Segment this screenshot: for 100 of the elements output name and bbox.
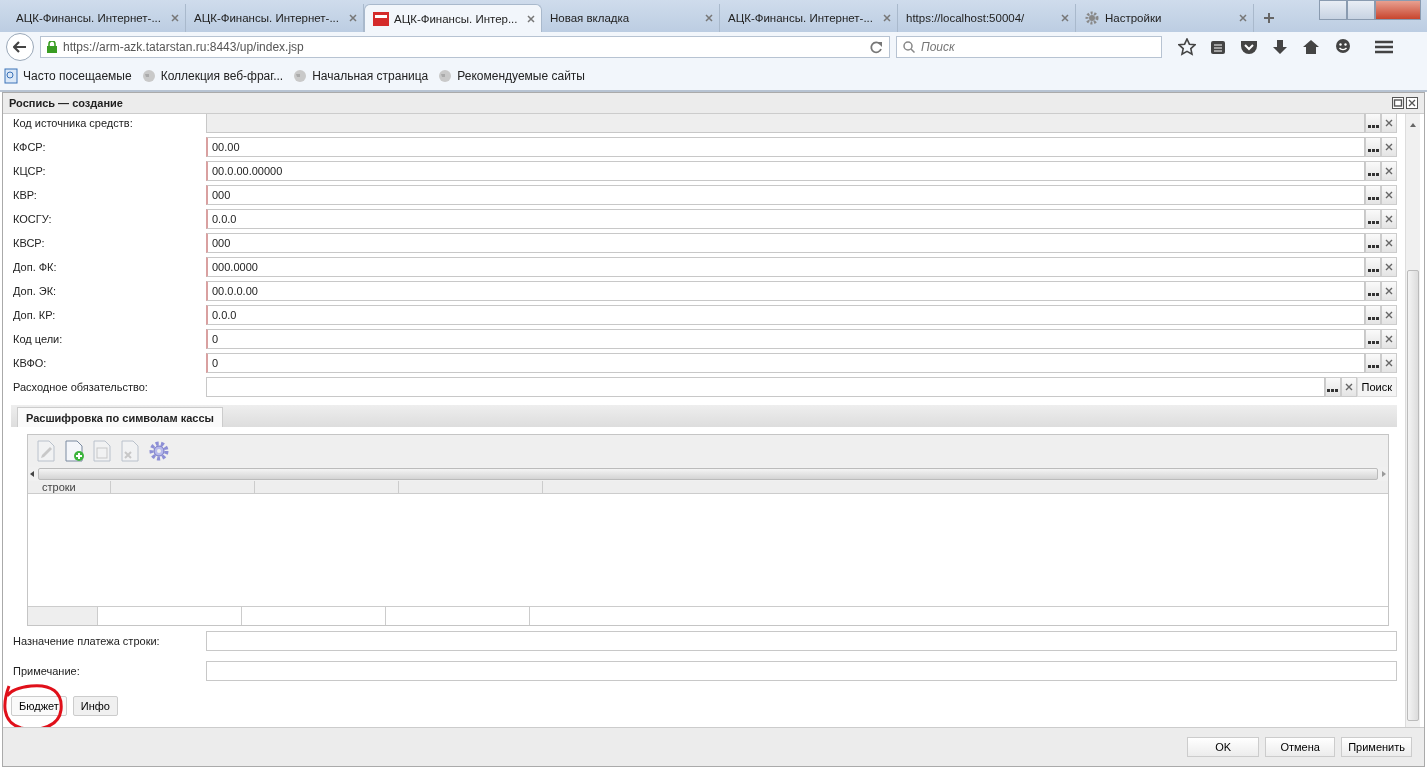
bookmark-link[interactable]: Начальная страница: [312, 69, 429, 83]
tab[interactable]: Бюджет: [11, 696, 67, 716]
field-label: Расходное обязательство:: [12, 381, 149, 393]
close-icon: [1385, 335, 1393, 343]
bookmark-link[interactable]: Коллекция веб-фраг...: [160, 69, 284, 83]
bookmark-link[interactable]: Рекомендуемые сайты: [457, 69, 585, 83]
reading-list-icon[interactable]: [1210, 39, 1226, 55]
field-label: КФСР:: [12, 141, 47, 153]
input-field[interactable]: 0.0.0: [206, 305, 1365, 325]
close-icon: [1385, 287, 1393, 295]
field-label: Доп. КР:: [12, 309, 57, 321]
input-field[interactable]: [206, 661, 1397, 681]
home-icon[interactable]: [1302, 39, 1320, 55]
close-icon[interactable]: [1061, 14, 1069, 22]
dialog-button[interactable]: OK: [1187, 737, 1260, 757]
input-field[interactable]: 000: [206, 233, 1365, 253]
clear-button[interactable]: [1381, 353, 1397, 373]
close-icon[interactable]: [705, 14, 713, 22]
add-document-icon[interactable]: [64, 440, 84, 462]
globe-icon: [293, 69, 308, 83]
vertical-scrollbar[interactable]: [1407, 270, 1419, 721]
star-icon[interactable]: [1178, 38, 1196, 56]
lock-icon: [47, 41, 57, 53]
lookup-button[interactable]: [1365, 329, 1381, 349]
lookup-button[interactable]: [1365, 281, 1381, 301]
close-icon[interactable]: [349, 14, 357, 22]
input-field[interactable]: 00.00: [206, 137, 1365, 157]
clear-button[interactable]: [1381, 233, 1397, 253]
pocket-icon[interactable]: [1240, 39, 1258, 55]
clear-button[interactable]: [1381, 257, 1397, 277]
clear-button[interactable]: [1381, 281, 1397, 301]
field-label: КВСР:: [12, 237, 46, 249]
close-icon[interactable]: [527, 14, 535, 23]
dialog-title: Роспись — создание: [9, 97, 123, 109]
input-field[interactable]: [206, 631, 1397, 651]
field-label: Доп. ФК:: [12, 261, 58, 273]
dialog-button[interactable]: Применить: [1341, 737, 1412, 757]
dialog-button[interactable]: Отмена: [1265, 737, 1336, 757]
address-bar[interactable]: https://arm-azk.tatarstan.ru:8443/up/index.jsp: [40, 36, 890, 58]
lookup-button[interactable]: [1365, 257, 1381, 277]
section-tab[interactable]: Расшифровка по символам кассы: [17, 407, 223, 427]
input-field[interactable]: 000.0000: [206, 257, 1365, 277]
clear-button[interactable]: [1381, 137, 1397, 157]
smiley-icon[interactable]: [1334, 38, 1352, 56]
search-field[interactable]: Поиск: [896, 36, 1162, 58]
back-button[interactable]: [6, 33, 34, 61]
field-label: КВФО:: [12, 357, 48, 369]
field-label: Примечание:: [12, 665, 81, 677]
back-arrow-icon: [13, 41, 27, 53]
close-icon: [1385, 263, 1393, 271]
clear-button[interactable]: [1381, 185, 1397, 205]
logo-icon: [373, 11, 389, 26]
tab[interactable]: Инфо: [72, 696, 118, 716]
input-field[interactable]: 000: [206, 185, 1365, 205]
bookmark-link[interactable]: Часто посещаемые: [23, 69, 132, 83]
input-field[interactable]: 0: [206, 353, 1365, 373]
lookup-button[interactable]: [1365, 185, 1381, 205]
close-icon: [1385, 239, 1393, 247]
lookup-button[interactable]: [1365, 305, 1381, 325]
lookup-button[interactable]: [1365, 209, 1381, 229]
browser-tab[interactable]: АЦК-Финансы. Интер...: [364, 4, 542, 32]
close-icon: [1385, 359, 1393, 367]
clear-button[interactable]: [1381, 209, 1397, 229]
field-label: Доп. ЭК:: [12, 285, 58, 297]
field-label: КВР:: [12, 189, 38, 201]
reload-icon[interactable]: [869, 40, 883, 54]
close-icon[interactable]: [171, 14, 179, 22]
clear-button[interactable]: [1381, 161, 1397, 181]
search-button[interactable]: Поиск: [1356, 377, 1397, 397]
input-field[interactable]: 0.0.0: [206, 209, 1365, 229]
lookup-button[interactable]: [1365, 353, 1381, 373]
clear-button[interactable]: [1381, 329, 1397, 349]
close-icon: [1385, 311, 1393, 319]
close-icon[interactable]: [1239, 14, 1247, 22]
close-icon: [1385, 143, 1393, 151]
gear-icon[interactable]: [148, 440, 170, 462]
lookup-button[interactable]: [1365, 114, 1381, 133]
close-icon: [1385, 119, 1393, 127]
page-icon: [4, 68, 18, 84]
maximize-icon[interactable]: [1392, 97, 1404, 109]
close-icon[interactable]: [883, 14, 891, 22]
close-icon: [1385, 191, 1393, 199]
input-field[interactable]: [206, 377, 1325, 397]
menu-icon[interactable]: [1374, 39, 1394, 55]
input-field[interactable]: 00.0.00.00000: [206, 161, 1365, 181]
clear-button[interactable]: [1381, 305, 1397, 325]
horizontal-scrollbar[interactable]: [38, 468, 1378, 480]
lookup-button[interactable]: [1365, 233, 1381, 253]
lookup-button[interactable]: [1365, 137, 1381, 157]
input-field[interactable]: 0: [206, 329, 1365, 349]
field-label: Код цели:: [12, 333, 64, 345]
close-icon: [1344, 383, 1353, 391]
field-label: КЦСР:: [12, 165, 47, 177]
download-icon[interactable]: [1272, 39, 1288, 55]
close-icon: [1385, 215, 1393, 223]
close-icon: [1385, 167, 1393, 175]
input-field[interactable]: 00.0.0.00: [206, 281, 1365, 301]
lookup-button[interactable]: [1365, 161, 1381, 181]
close-icon[interactable]: [1406, 97, 1418, 109]
clear-button[interactable]: [1381, 114, 1397, 133]
